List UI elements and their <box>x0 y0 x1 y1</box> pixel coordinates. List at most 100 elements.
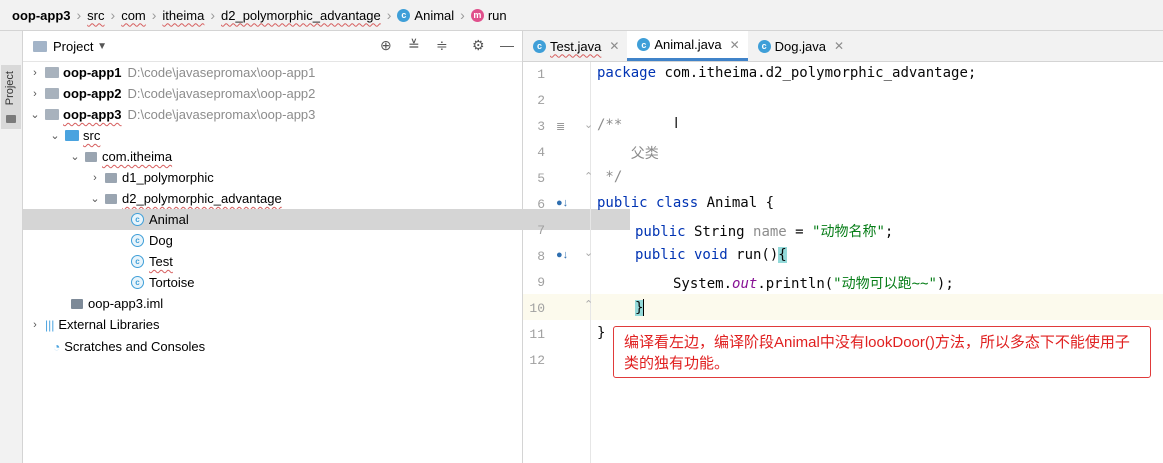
tab-dog-java[interactable]: c Dog.java ✕ <box>748 31 852 61</box>
class-icon: c <box>131 276 144 289</box>
close-icon[interactable]: ✕ <box>609 39 619 53</box>
code-text: String <box>685 224 754 240</box>
keyword: public void <box>635 247 728 263</box>
chevron-down-icon[interactable]: ⌄ <box>29 108 41 121</box>
tree-item-path: D:\code\javasepromax\oop-app2 <box>127 86 316 101</box>
breadcrumb-method-label: run <box>487 7 507 23</box>
code-line-10[interactable]: } <box>635 299 645 316</box>
keyword: public <box>635 224 686 240</box>
code-line-7[interactable]: public String name = "动物名称"; <box>635 221 893 241</box>
expand-all-icon[interactable]: ≚ <box>408 37 420 54</box>
module-folder-icon <box>45 67 59 78</box>
folder-icon <box>6 115 16 123</box>
current-line-highlight <box>523 294 1163 320</box>
breadcrumb-src[interactable]: src <box>87 8 104 23</box>
static-field: out <box>732 276 758 292</box>
chevron-down-icon[interactable]: ⌄ <box>49 129 61 142</box>
matched-brace: } <box>635 299 644 316</box>
code-text: com.itheima.d2_polymorphic_advantage; <box>656 65 977 81</box>
tree-item-oop-app3[interactable]: ⌄ oop-app3 D:\code\javasepromax\oop-app3 <box>23 104 528 125</box>
tree-item-oop-app1[interactable]: › oop-app1 D:\code\javasepromax\oop-app1 <box>23 62 528 83</box>
line-number: 11 <box>529 327 545 342</box>
code-line-6[interactable]: public class Animal { <box>597 195 774 211</box>
tab-test-java[interactable]: c Test.java ✕ <box>523 31 627 61</box>
code-line-9[interactable]: System.out.println("动物可以跑~~"); <box>673 273 954 293</box>
tree-item-label: Tortoise <box>149 275 195 290</box>
tree-item-external-libraries[interactable]: › ||| External Libraries <box>23 314 528 335</box>
tab-label: Test.java <box>550 38 602 54</box>
code-line-3[interactable]: /** <box>597 117 622 133</box>
code-line-5[interactable]: */ <box>597 169 622 185</box>
line-number: 8 <box>537 249 545 264</box>
string-literal: "动物名称" <box>812 224 885 240</box>
chevron-right-icon[interactable]: › <box>29 88 41 100</box>
project-view-selector[interactable]: Project ▼ <box>53 39 107 54</box>
code-line-8[interactable]: public void run(){ <box>635 247 787 263</box>
breadcrumb-class-label: Animal <box>414 7 455 23</box>
tree-item-iml[interactable]: oop-app3.iml <box>23 293 570 314</box>
code-line-1[interactable]: package com.itheima.d2_polymorphic_advan… <box>597 65 976 81</box>
overridden-icon[interactable]: ●↓ <box>556 249 568 261</box>
breadcrumb-itheima[interactable]: itheima <box>162 8 204 23</box>
chevron-right-icon: › <box>151 7 157 23</box>
close-icon[interactable]: ✕ <box>834 39 844 53</box>
method-icon: m <box>470 8 484 22</box>
chevron-right-icon[interactable]: › <box>89 172 101 184</box>
tree-item-scratches[interactable]: ◔ Scratches and Consoles <box>23 336 552 357</box>
tree-item-label: oop-app1 <box>63 65 122 80</box>
package-icon <box>105 172 117 183</box>
code-text: run() <box>727 247 779 263</box>
chevron-down-icon[interactable]: ⌄ <box>69 150 81 163</box>
keyword: package <box>597 65 657 81</box>
fold-icon[interactable]: ⌃ <box>584 298 593 311</box>
breadcrumb-package[interactable]: d2_polymorphic_advantage <box>221 8 381 23</box>
line-number: 2 <box>537 93 545 108</box>
fold-icon[interactable]: ⌄ <box>584 246 593 259</box>
chevron-right-icon[interactable]: › <box>29 319 41 331</box>
string-literal: "动物可以跑~~" <box>833 276 937 292</box>
locate-icon[interactable]: ⊕ <box>380 37 392 54</box>
code-line-11[interactable]: } <box>597 325 605 341</box>
tab-animal-java[interactable]: c Animal.java ✕ <box>627 31 748 61</box>
tree-item-oop-app2[interactable]: › oop-app2 D:\code\javasepromax\oop-app2 <box>23 83 528 104</box>
code-line-4[interactable]: 父类 <box>597 143 659 163</box>
tree-item-label: Animal <box>149 212 189 227</box>
module-folder-icon <box>45 88 59 99</box>
module-file-icon <box>71 298 83 309</box>
breadcrumb-method[interactable]: m run <box>470 7 507 23</box>
chevron-down-icon[interactable]: ⌄ <box>89 192 101 205</box>
code-text: ; <box>884 224 894 240</box>
runnable-class-icon: c <box>131 255 144 268</box>
tab-label: Animal.java <box>654 37 722 52</box>
breadcrumb-project[interactable]: oop-app3 <box>12 8 71 23</box>
tree-item-src[interactable]: ⌄ src <box>23 125 548 146</box>
tree-item-package[interactable]: › d1_polymorphic <box>23 167 588 188</box>
doc-comment-icon[interactable]: ≣ <box>556 120 565 133</box>
line-number: 6 <box>537 197 545 212</box>
tree-item-path: D:\code\javasepromax\oop-app3 <box>127 107 316 122</box>
gear-icon[interactable]: ⚙ <box>472 37 485 54</box>
minimize-icon[interactable]: — <box>500 37 514 53</box>
breadcrumb-class[interactable]: c Animal <box>397 8 454 23</box>
project-tool-label: Project <box>4 71 16 106</box>
line-number: 9 <box>537 275 545 290</box>
fold-icon[interactable]: ⌄ <box>584 118 593 131</box>
chevron-right-icon: › <box>210 7 216 23</box>
close-icon[interactable]: ✕ <box>730 38 740 52</box>
overridden-icon[interactable]: ●↓ <box>556 197 568 209</box>
tree-item-label: d1_polymorphic <box>122 170 214 185</box>
tree-item-path: D:\code\javasepromax\oop-app1 <box>127 65 316 80</box>
tree-item-package[interactable]: ⌄ d2_polymorphic_advantage <box>23 188 588 209</box>
libraries-icon: ||| <box>45 317 55 332</box>
breadcrumb-com[interactable]: com <box>121 8 146 23</box>
fold-icon[interactable]: ⌃ <box>584 170 593 183</box>
project-panel: Project ▼ ⊕ ≚ ≑ ⚙ — › oop-app1 D:\code\ja… <box>23 31 630 463</box>
chevron-right-icon[interactable]: › <box>29 67 41 79</box>
collapse-all-icon[interactable]: ≑ <box>436 37 448 54</box>
line-number: 7 <box>537 223 545 238</box>
chevron-right-icon: › <box>110 7 116 23</box>
tree-item-package[interactable]: ⌄ com.itheima <box>23 146 568 167</box>
line-number: 5 <box>537 171 545 186</box>
package-icon <box>85 151 97 162</box>
caret <box>643 299 645 316</box>
